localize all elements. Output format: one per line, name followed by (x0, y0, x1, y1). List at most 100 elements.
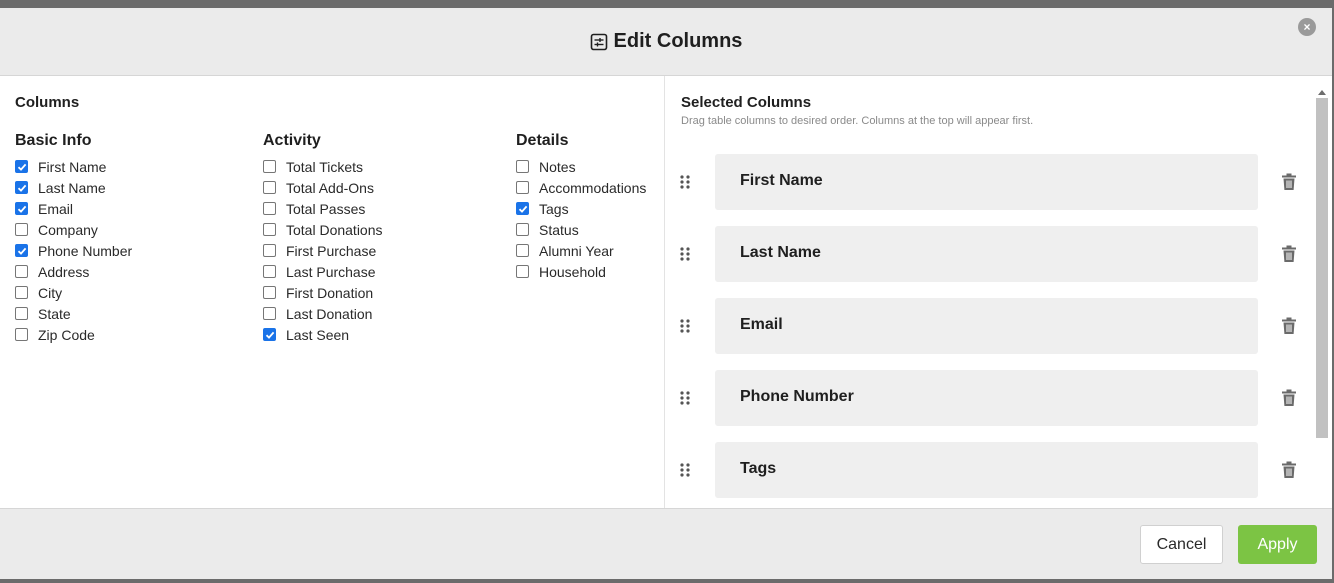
checkbox[interactable] (15, 265, 28, 278)
column-option[interactable]: First Donation (263, 282, 383, 303)
selected-column-item[interactable]: First Name (715, 154, 1258, 210)
column-option[interactable]: Email (15, 198, 132, 219)
column-option-label: Company (38, 221, 98, 238)
cancel-button[interactable]: Cancel (1140, 525, 1223, 564)
apply-button[interactable]: Apply (1238, 525, 1317, 564)
selected-column-row: Email (665, 298, 1315, 354)
group-basic-info: Basic Info First Name Last Name Email Compa… (15, 132, 132, 345)
column-option[interactable]: First Name (15, 156, 132, 177)
column-option[interactable]: Total Passes (263, 198, 383, 219)
checkbox[interactable] (516, 265, 529, 278)
column-option[interactable]: Last Name (15, 177, 132, 198)
selected-column-label: Last Name (740, 244, 821, 261)
checkbox[interactable] (15, 223, 28, 236)
checkbox-checked[interactable] (15, 160, 28, 173)
trash-icon[interactable] (1281, 461, 1297, 479)
column-option-label: Total Tickets (286, 158, 364, 175)
columns-pane: Columns Basic Info First Name Last Name Em… (0, 76, 665, 508)
checkbox-checked[interactable] (15, 244, 28, 257)
column-option-label: Last Donation (286, 305, 373, 322)
column-option[interactable]: Notes (516, 156, 646, 177)
checkbox[interactable] (263, 265, 276, 278)
column-option-label: Last Purchase (286, 263, 376, 280)
checkbox[interactable] (516, 244, 529, 257)
column-option-label: Accommodations (539, 179, 647, 196)
column-option[interactable]: State (15, 303, 132, 324)
checkbox[interactable] (263, 181, 276, 194)
selected-column-row: Phone Number (665, 370, 1315, 426)
selected-column-item[interactable]: Email (715, 298, 1258, 354)
checkbox[interactable] (263, 202, 276, 215)
checkbox[interactable] (516, 181, 529, 194)
column-option[interactable]: First Purchase (263, 240, 383, 261)
column-option-label: Alumni Year (539, 242, 614, 259)
column-option-label: First Donation (286, 284, 374, 301)
close-icon[interactable]: × (1298, 18, 1316, 36)
trash-icon[interactable] (1281, 317, 1297, 335)
column-option-label: City (38, 284, 63, 301)
column-option[interactable]: Alumni Year (516, 240, 646, 261)
column-option[interactable]: Total Donations (263, 219, 383, 240)
trash-icon[interactable] (1281, 173, 1297, 191)
selected-column-item[interactable]: Phone Number (715, 370, 1258, 426)
column-option[interactable]: Total Add-Ons (263, 177, 383, 198)
checkbox[interactable] (263, 223, 276, 236)
selected-column-label: Phone Number (740, 388, 854, 405)
column-option[interactable]: Household (516, 261, 646, 282)
checkbox-checked[interactable] (15, 181, 28, 194)
column-option[interactable]: Status (516, 219, 646, 240)
column-option-label: Total Add-Ons (286, 179, 374, 196)
selected-column-item[interactable]: Tags (715, 442, 1258, 498)
checkbox[interactable] (15, 286, 28, 299)
column-option[interactable]: Last Purchase (263, 261, 383, 282)
column-option[interactable]: Tags (516, 198, 646, 219)
checkbox[interactable] (15, 328, 28, 341)
group-title: Activity (263, 132, 321, 149)
checkbox[interactable] (263, 244, 276, 257)
selected-column-label: Tags (740, 460, 777, 477)
trash-icon[interactable] (1281, 245, 1297, 263)
selected-columns-heading: Selected Columns (681, 94, 812, 111)
group-details: Details Notes Accommodations Tags Status Alu… (516, 132, 646, 282)
drag-handle-icon[interactable] (679, 246, 691, 262)
checkbox-checked[interactable] (15, 202, 28, 215)
drag-handle-icon[interactable] (679, 390, 691, 406)
selected-columns-hint: Drag table columns to desired order. Col… (681, 115, 1034, 127)
column-option-label: First Purchase (286, 242, 377, 259)
column-option[interactable]: Phone Number (15, 240, 132, 261)
trash-icon[interactable] (1281, 389, 1297, 407)
group-title: Details (516, 132, 569, 149)
drag-handle-icon[interactable] (679, 462, 691, 478)
column-option-label: State (38, 305, 71, 322)
column-option[interactable]: City (15, 282, 132, 303)
drag-handle-icon[interactable] (679, 174, 691, 190)
column-option-label: First Name (38, 158, 107, 175)
checkbox-checked[interactable] (516, 202, 529, 215)
scrollbar[interactable] (1316, 88, 1328, 508)
scroll-thumb[interactable] (1316, 98, 1328, 438)
columns-heading: Columns (15, 94, 80, 111)
columns-settings-icon (590, 33, 608, 51)
modal-title-wrap: Edit Columns (590, 30, 742, 53)
column-option[interactable]: Address (15, 261, 132, 282)
checkbox-checked[interactable] (263, 328, 276, 341)
column-option-label: Email (38, 200, 74, 217)
column-option[interactable]: Accommodations (516, 177, 646, 198)
scroll-up-arrow[interactable] (1318, 90, 1326, 95)
column-option-label: Notes (539, 158, 576, 175)
checkbox[interactable] (263, 307, 276, 320)
checkbox[interactable] (516, 160, 529, 173)
checkbox[interactable] (263, 286, 276, 299)
column-option[interactable]: Total Tickets (263, 156, 383, 177)
column-option[interactable]: Zip Code (15, 324, 132, 345)
column-option[interactable]: Last Seen (263, 324, 383, 345)
column-option[interactable]: Last Donation (263, 303, 383, 324)
checkbox[interactable] (516, 223, 529, 236)
checkbox[interactable] (263, 160, 276, 173)
selected-column-label: First Name (740, 172, 823, 189)
drag-handle-icon[interactable] (679, 318, 691, 334)
selected-column-row: Last Name (665, 226, 1315, 282)
selected-column-item[interactable]: Last Name (715, 226, 1258, 282)
checkbox[interactable] (15, 307, 28, 320)
column-option[interactable]: Company (15, 219, 132, 240)
